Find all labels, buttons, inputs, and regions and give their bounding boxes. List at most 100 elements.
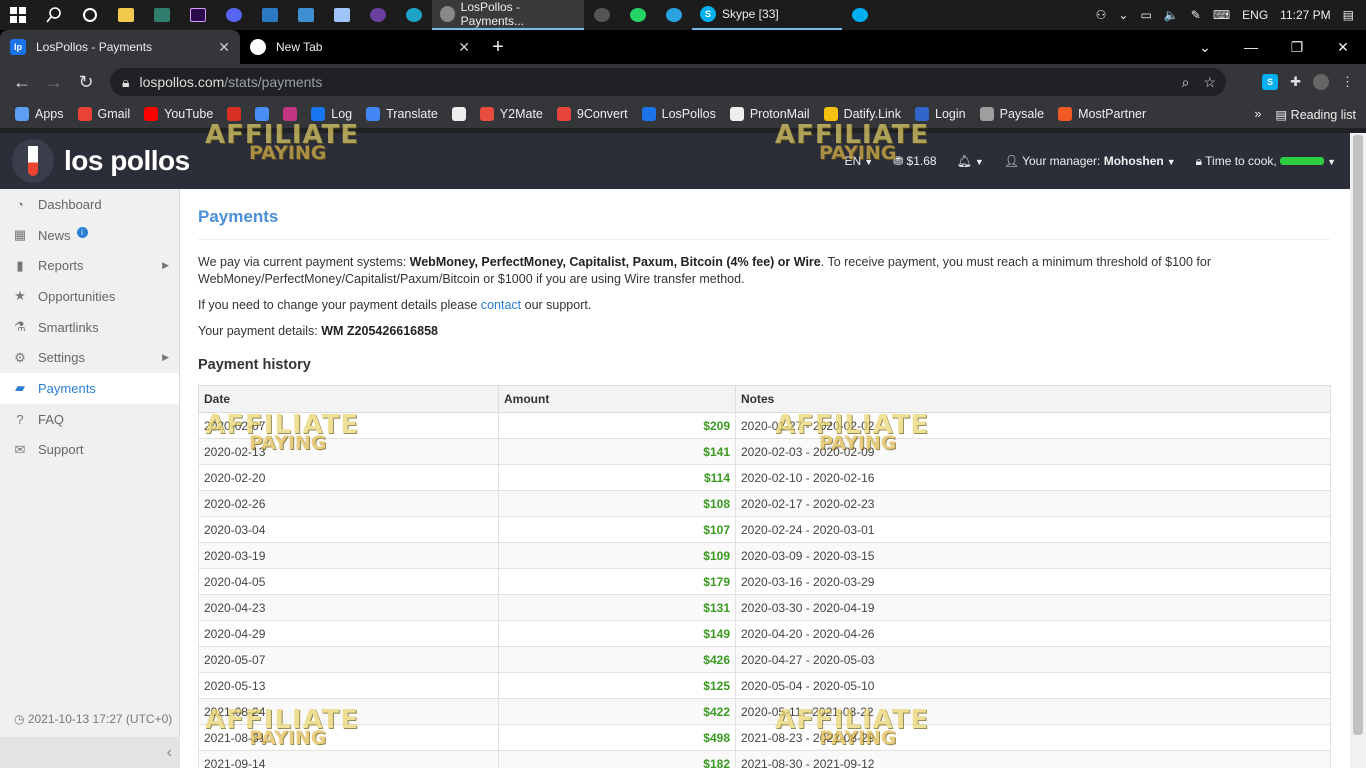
bookmark-item[interactable] [445, 100, 473, 128]
bookmark-favicon-icon [227, 107, 242, 121]
address-bar[interactable]: 🔒︎ lospollos.com/stats/payments ⌕ ☆ [110, 68, 1226, 96]
contact-link[interactable]: contact [481, 298, 521, 312]
tab-lospollos-payments[interactable]: lp LosPollos - Payments ✕ [0, 30, 240, 64]
app-icon[interactable] [144, 0, 180, 30]
edge-icon[interactable] [396, 0, 432, 30]
people-icon[interactable]: ⚇ [1096, 8, 1107, 22]
payment-systems-text: We pay via current payment systems: WebM… [198, 255, 1211, 286]
language-dropdown[interactable]: EN ▼ [845, 154, 874, 168]
bookmark-favicon-icon [979, 107, 994, 121]
app-icon[interactable] [360, 0, 396, 30]
reading-list-button[interactable]: ▤ Reading list [1275, 107, 1356, 122]
bookmark-item[interactable] [248, 100, 276, 128]
bookmark-favicon-icon [15, 107, 29, 121]
sidebar-item-news[interactable]: ▦ News i [0, 220, 179, 251]
sidebar-item-settings[interactable]: ⚙ Settings ▶ [0, 342, 179, 373]
page-scrollbar[interactable] [1350, 133, 1366, 768]
extensions-puzzle-icon[interactable]: ✚ [1290, 74, 1301, 90]
close-window-button[interactable]: ✕ [1320, 39, 1366, 56]
column-header-notes[interactable]: Notes [735, 385, 1331, 413]
bookmark-star-icon[interactable]: ☆ [1203, 74, 1216, 91]
premiere-icon[interactable] [180, 0, 216, 30]
app-icon[interactable] [252, 0, 288, 30]
collapse-sidebar-button[interactable]: ‹ [0, 737, 180, 768]
lospollos-logo[interactable]: los pollos [12, 139, 190, 183]
flask-icon: ⚗ [14, 319, 26, 335]
bar-chart-icon: ▮ [16, 257, 24, 273]
bookmark-item[interactable]: Gmail [71, 100, 138, 128]
profile-avatar[interactable] [1313, 74, 1329, 90]
minimize-button[interactable]: — [1228, 39, 1274, 55]
input-language[interactable]: ENG [1242, 8, 1268, 22]
sidebar-item-faq[interactable]: ? FAQ [0, 404, 179, 435]
skype-icon[interactable] [842, 0, 878, 30]
new-tab-button[interactable]: + [480, 30, 516, 64]
clock[interactable]: 11:27 PM [1280, 8, 1330, 22]
keyboard-icon[interactable]: ⌨ [1213, 8, 1230, 22]
more-bookmarks-button[interactable]: » [1254, 107, 1261, 121]
restore-button[interactable]: ❐ [1274, 39, 1320, 56]
pen-icon[interactable]: ✎ [1191, 8, 1201, 22]
bookmark-item[interactable]: Datify.Link [817, 100, 908, 128]
cell-amount: $182 [498, 750, 736, 768]
whatsapp-icon[interactable] [620, 0, 656, 30]
bookmark-item[interactable]: 9Convert [550, 100, 635, 128]
wallet-icon: ▰ [15, 380, 25, 396]
bookmark-item[interactable]: Log [304, 100, 359, 128]
bookmark-item[interactable]: Translate [359, 100, 445, 128]
app-icon[interactable] [216, 0, 252, 30]
manager-dropdown[interactable]: 👤︎ Your manager: Mohoshen ▼ [1004, 154, 1176, 168]
lock-icon[interactable]: 🔒︎ [122, 74, 129, 91]
forward-button[interactable]: → [38, 64, 70, 100]
bookmark-item[interactable]: LosPollos [635, 100, 723, 128]
chevron-up-icon[interactable]: ⌄ [1118, 8, 1128, 22]
notes-icon[interactable] [324, 0, 360, 30]
page-title: Payments [198, 207, 1330, 240]
menu-icon[interactable]: ⋮ [1341, 74, 1354, 90]
windows-start-icon[interactable] [0, 0, 36, 30]
bookmark-item[interactable]: Apps [8, 100, 71, 128]
sidebar-item-support[interactable]: ✉ Support [0, 435, 179, 466]
sidebar-item-label: Opportunities [38, 288, 116, 304]
column-header-amount[interactable]: Amount [498, 385, 736, 413]
back-button[interactable]: ← [6, 64, 38, 100]
app-icon[interactable] [288, 0, 324, 30]
close-tab-icon[interactable]: ✕ [458, 39, 470, 56]
skype-extension-icon[interactable]: S [1262, 74, 1279, 90]
bookmark-item[interactable]: Y2Mate [473, 100, 550, 128]
bookmark-item[interactable]: ProtonMail [723, 100, 817, 128]
app-icon[interactable] [584, 0, 620, 30]
sidebar-item-payments[interactable]: ▰ Payments [0, 373, 179, 404]
notifications-dropdown[interactable]: 🔔︎ ▼ [957, 154, 984, 168]
network-icon[interactable]: ▭ [1140, 8, 1151, 22]
taskbar-chrome-window[interactable]: LosPollos - Payments... [432, 0, 584, 30]
taskbar-skype-window[interactable]: S Skype [33] [692, 0, 842, 30]
sidebar-item-opportunities[interactable]: ★ Opportunities [0, 281, 179, 312]
account-dropdown[interactable]: 🔒︎ Time to cook, ▼ [1196, 154, 1336, 169]
balance-display[interactable]: ⛃ $1.68 [893, 154, 936, 168]
tab-new-tab[interactable]: New Tab ✕ [240, 30, 480, 64]
close-tab-icon[interactable]: ✕ [218, 39, 230, 56]
telegram-icon[interactable] [656, 0, 692, 30]
bookmark-item[interactable]: Paysale [973, 100, 1051, 128]
notification-icon[interactable]: ▤ [1343, 8, 1354, 22]
sidebar-item-dashboard[interactable]: ◔ Dashboard [0, 189, 179, 220]
cortana-icon[interactable] [72, 0, 108, 30]
scrollbar-thumb[interactable] [1353, 135, 1363, 735]
file-explorer-icon[interactable] [108, 0, 144, 30]
reload-button[interactable]: ↻ [70, 64, 102, 100]
sidebar-item-reports[interactable]: ▮ Reports ▶ [0, 250, 179, 281]
bookmark-item[interactable]: Login [908, 100, 973, 128]
bookmark-item[interactable]: MostPartner [1051, 100, 1153, 128]
bookmark-item[interactable] [276, 100, 304, 128]
zoom-icon[interactable]: ⌕ [1182, 74, 1190, 91]
bookmark-item[interactable] [220, 100, 248, 128]
column-header-date[interactable]: Date [198, 385, 499, 413]
search-icon[interactable] [36, 0, 72, 30]
bookmark-item[interactable]: YouTube [137, 100, 220, 128]
tab-search-icon[interactable]: ⌄ [1182, 39, 1228, 56]
volume-icon[interactable]: 🔈 [1164, 8, 1179, 22]
dashboard-icon: ◔ [16, 196, 24, 212]
cell-amount: $108 [498, 490, 736, 517]
sidebar-item-smartlinks[interactable]: ⚗ Smartlinks [0, 312, 179, 343]
